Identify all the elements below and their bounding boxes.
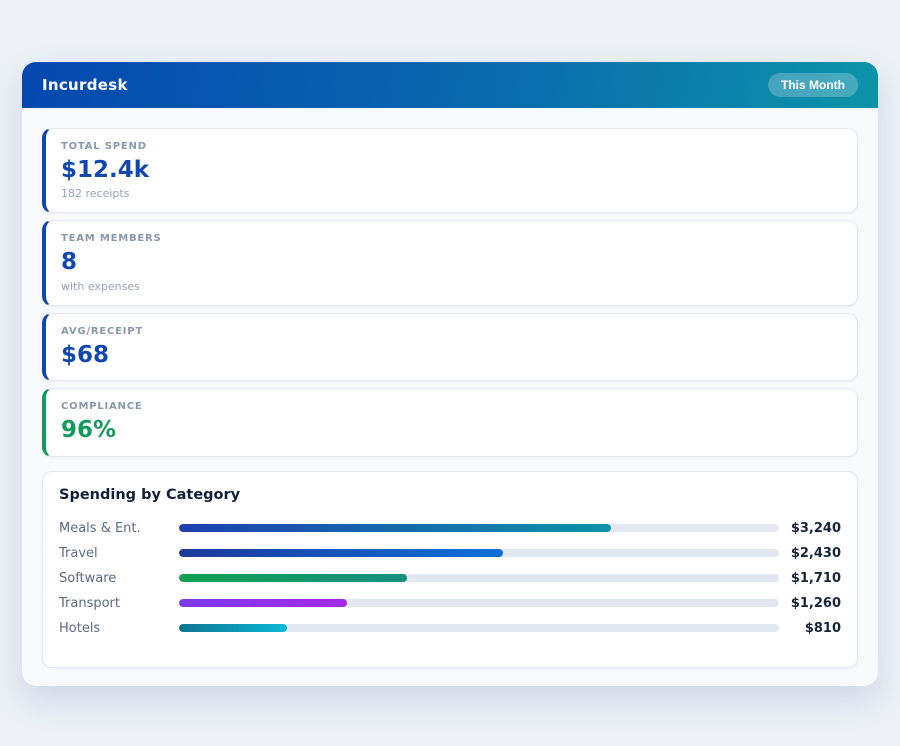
chart-bar-track	[179, 624, 779, 632]
chart-row: Software $1,710	[59, 566, 841, 591]
stat-label: TOTAL SPEND	[61, 141, 841, 152]
chart-value-label: $3,240	[779, 521, 841, 536]
stat-value: 8	[61, 249, 841, 275]
chart-row: Meals & Ent. $3,240	[59, 516, 841, 541]
stat-subtitle: with expenses	[61, 280, 841, 293]
chart-row: Hotels $810	[59, 616, 841, 641]
stat-value: $12.4k	[61, 157, 841, 183]
stat-label: AVG/RECEIPT	[61, 326, 841, 337]
chart-category-label: Travel	[59, 546, 179, 561]
stat-value: 96%	[61, 417, 841, 443]
stat-card: AVG/RECEIPT $68	[42, 313, 858, 381]
chart-category-label: Hotels	[59, 621, 179, 636]
chart-bar-track	[179, 599, 779, 607]
chart-category-label: Transport	[59, 596, 179, 611]
stat-card: TOTAL SPEND $12.4k 182 receipts	[42, 128, 858, 213]
stat-subtitle: 182 receipts	[61, 187, 841, 200]
chart-row: Transport $1,260	[59, 591, 841, 616]
chart-bar-fill	[179, 624, 287, 632]
stat-label: COMPLIANCE	[61, 401, 841, 412]
chart-bar-fill	[179, 574, 407, 582]
chart-row: Travel $2,430	[59, 541, 841, 566]
stat-card: COMPLIANCE 96%	[42, 388, 858, 456]
app-title: Incurdesk	[42, 76, 128, 94]
period-badge[interactable]: This Month	[768, 73, 858, 97]
chart-bar-fill	[179, 524, 611, 532]
chart-category-label: Software	[59, 571, 179, 586]
chart-rows: Meals & Ent. $3,240 Travel $2,430 Software $1…	[59, 516, 841, 641]
panel-body: TOTAL SPEND $12.4k 182 receipts TEAM MEMBER…	[22, 108, 878, 686]
app-header: Incurdesk This Month	[22, 62, 878, 108]
chart-bar-fill	[179, 549, 503, 557]
chart-bar-track	[179, 524, 779, 532]
chart-value-label: $2,430	[779, 546, 841, 561]
chart-value-label: $810	[779, 621, 841, 636]
chart-value-label: $1,710	[779, 571, 841, 586]
spending-chart-card: Spending by Category Meals & Ent. $3,240 T…	[42, 471, 858, 668]
chart-category-label: Meals & Ent.	[59, 521, 179, 536]
chart-bar-fill	[179, 599, 347, 607]
chart-bar-track	[179, 549, 779, 557]
dashboard-panel: Incurdesk This Month TOTAL SPEND $12.4k 18…	[22, 62, 878, 686]
stats-list: TOTAL SPEND $12.4k 182 receipts TEAM MEMBER…	[42, 128, 858, 457]
chart-value-label: $1,260	[779, 596, 841, 611]
stat-card: TEAM MEMBERS 8 with expenses	[42, 220, 858, 305]
chart-title: Spending by Category	[59, 487, 841, 503]
chart-bar-track	[179, 574, 779, 582]
stat-value: $68	[61, 342, 841, 368]
stat-label: TEAM MEMBERS	[61, 233, 841, 244]
